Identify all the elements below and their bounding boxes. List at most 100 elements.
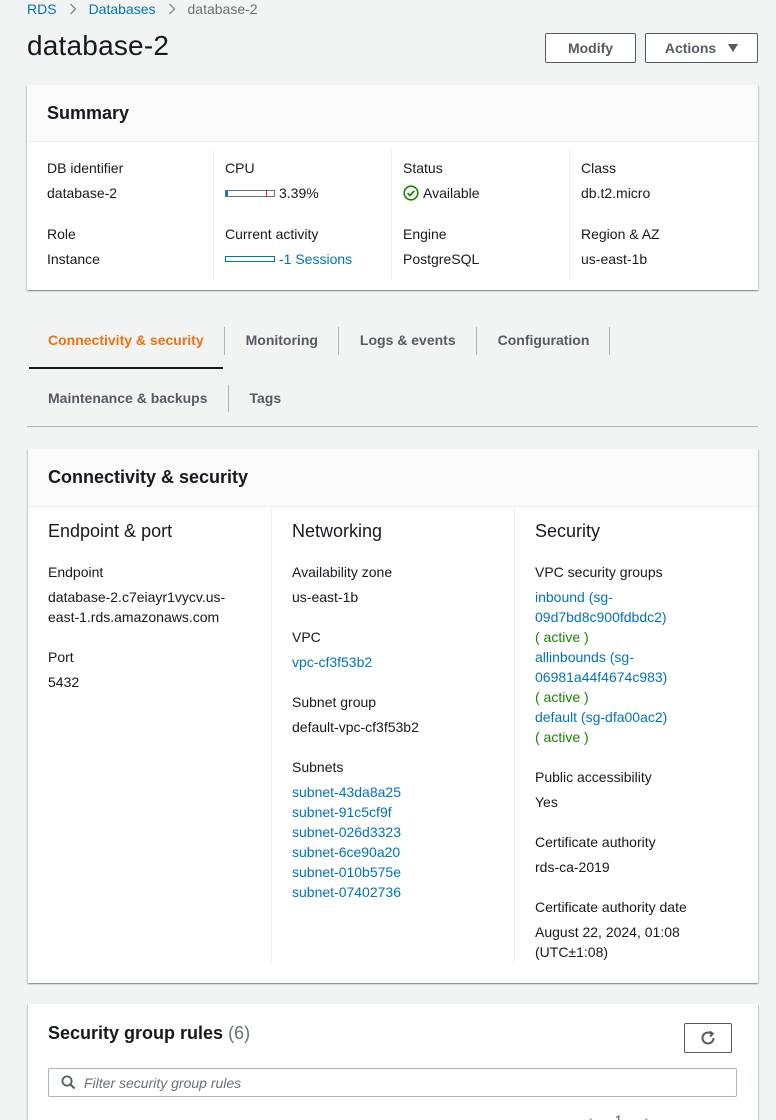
summary-col-cpu: CPU 3.39% Current activity -1 Sessions: [213, 150, 391, 280]
certificate-date-field: Certificate authority date August 22, 20…: [535, 897, 748, 962]
subnet-group-value: default-vpc-cf3f53b2: [292, 719, 419, 735]
summary-col-identity: DB identifier database-2 Role Instance: [47, 150, 213, 280]
endpoint-field: Endpoint database-2.c7eiayr1vycv.us- eas…: [48, 562, 261, 627]
endpoint-value-line1: database-2.c7eiayr1vycv.us-: [48, 589, 226, 605]
sg-allinbounds-line1: allinbounds (sg-: [535, 649, 634, 665]
endpoint-port-section: Endpoint & port Endpoint database-2.c7ei…: [28, 507, 271, 963]
security-group-link[interactable]: default (sg-dfa00ac2): [535, 707, 748, 727]
breadcrumb-databases[interactable]: Databases: [89, 1, 156, 17]
subnet-link[interactable]: subnet-6ce90a20: [292, 844, 400, 860]
sessions-link[interactable]: -1 Sessions: [279, 251, 352, 267]
modify-button[interactable]: Modify: [545, 33, 636, 63]
certificate-date-line1: August 22, 2024, 01:08: [535, 924, 680, 940]
breadcrumb-rds[interactable]: RDS: [27, 1, 57, 17]
port-field: Port 5432: [48, 647, 261, 692]
cpu-meter: [225, 189, 275, 197]
sg-inbound-line1: inbound (sg-: [535, 589, 613, 605]
endpoint-value-line2: east-1.rds.amazonaws.com: [48, 609, 220, 625]
tab-configuration[interactable]: Configuration: [477, 311, 611, 369]
vpc-security-groups-field: VPC security groups inbound (sg- 09d7bd8…: [535, 562, 748, 747]
pagination: ‹ 1 ›: [588, 1112, 649, 1120]
activity-value: -1 Sessions: [225, 251, 352, 267]
chevron-right-icon: [168, 2, 176, 15]
class-label: Class: [581, 160, 617, 176]
pagination-next-icon[interactable]: ›: [644, 1112, 649, 1120]
connectivity-title: Connectivity & security: [28, 449, 758, 507]
sg-inbound-line2: 09d7bd8c900fdbdc2): [535, 609, 667, 625]
activity-meter: [225, 256, 275, 262]
role-label: Role: [47, 226, 76, 242]
refresh-button[interactable]: [684, 1023, 732, 1053]
status-label: Status: [403, 160, 443, 176]
connectivity-panel: Connectivity & security Endpoint & port …: [28, 449, 758, 983]
cpu-meter-fill: [226, 190, 228, 196]
subnet-group-label: Subnet group: [292, 694, 377, 710]
status-text: Available: [423, 185, 480, 201]
sg-default-line1: default (sg-dfa00ac2): [535, 709, 668, 725]
certificate-authority-field: Certificate authority rds-ca-2019: [535, 832, 748, 877]
az-field: Availability zone us-east-1b: [292, 562, 504, 607]
cpu-percent: 3.39%: [279, 185, 319, 201]
tab-monitoring[interactable]: Monitoring: [225, 311, 340, 369]
az-value: us-east-1b: [292, 589, 359, 605]
subnets-list: subnet-43da8a25 subnet-91c5cf9f subnet-0…: [292, 782, 504, 902]
tab-list-row-1: Connectivity & security Monitoring Logs …: [27, 311, 758, 369]
refresh-icon: [699, 1029, 717, 1047]
cpu-value: 3.39%: [225, 185, 319, 201]
activity-label: Current activity: [225, 226, 319, 242]
summary-col-class: Class db.t2.micro Region & AZ us-east-1b: [569, 150, 749, 280]
endpoint-label: Endpoint: [48, 564, 104, 580]
actions-button[interactable]: Actions: [645, 33, 758, 63]
vpc-link[interactable]: vpc-cf3f53b2: [292, 654, 372, 670]
sg-status-active: ( active ): [535, 729, 589, 745]
pagination-prev-icon[interactable]: ‹: [588, 1112, 593, 1120]
tab-tags[interactable]: Tags: [229, 369, 303, 426]
security-group-rules-title: Security group rules (6): [48, 1023, 250, 1044]
endpoint-value: database-2.c7eiayr1vycv.us- east-1.rds.a…: [48, 587, 261, 627]
public-accessibility-label: Public accessibility: [535, 769, 652, 785]
sg-status-active: ( active ): [535, 689, 589, 705]
security-section: Security VPC security groups inbound (sg…: [514, 507, 758, 963]
public-accessibility-field: Public accessibility Yes: [535, 767, 748, 812]
vpc-field: VPC vpc-cf3f53b2: [292, 627, 504, 672]
subnet-link[interactable]: subnet-07402736: [292, 884, 401, 900]
tab-maintenance-backups[interactable]: Maintenance & backups: [27, 369, 229, 426]
networking-heading: Networking: [292, 521, 383, 541]
breadcrumb-current: database-2: [187, 0, 258, 17]
subnet-link[interactable]: subnet-026d3323: [292, 824, 401, 840]
security-group-rules-panel: Security group rules (6) Filter security…: [28, 1004, 758, 1120]
security-group-link[interactable]: allinbounds (sg- 06981a44f4674c983): [535, 647, 748, 687]
summary-panel: Summary DB identifier database-2 Role In…: [27, 85, 758, 290]
security-group-rules-heading: Security group rules: [48, 1023, 224, 1043]
subnets-field: Subnets subnet-43da8a25 subnet-91c5cf9f …: [292, 757, 504, 902]
pagination-page[interactable]: 1: [615, 1112, 623, 1120]
region-value: us-east-1b: [581, 251, 648, 267]
subnet-link[interactable]: subnet-91c5cf9f: [292, 804, 392, 820]
networking-section: Networking Availability zone us-east-1b …: [271, 507, 514, 963]
security-group-link[interactable]: inbound (sg- 09d7bd8c900fdbdc2): [535, 587, 748, 627]
filter-placeholder: Filter security group rules: [84, 1074, 242, 1091]
cpu-meter-threshold: [266, 189, 267, 197]
certificate-date-value: August 22, 2024, 01:08 (UTC±1:08): [535, 922, 748, 962]
certificate-date-line2: (UTC±1:08): [535, 944, 609, 960]
status-value: Available: [403, 185, 480, 201]
breadcrumb: RDS Databases database-2: [27, 0, 258, 17]
region-label: Region & AZ: [581, 226, 660, 242]
engine-value: PostgreSQL: [403, 251, 480, 267]
port-label: Port: [48, 649, 74, 665]
security-group-rules-count: (6): [228, 1023, 251, 1043]
tab-logs-events[interactable]: Logs & events: [339, 311, 477, 369]
subnet-link[interactable]: subnet-010b575e: [292, 864, 401, 880]
chevron-right-icon: [69, 2, 77, 15]
port-value: 5432: [48, 674, 80, 690]
tab-list-row-2: Maintenance & backups Tags: [27, 369, 758, 427]
certificate-date-label: Certificate authority date: [535, 899, 687, 915]
certificate-authority-label: Certificate authority: [535, 834, 656, 850]
filter-security-group-rules-input[interactable]: Filter security group rules: [48, 1068, 737, 1097]
sg-status-active: ( active ): [535, 629, 589, 645]
az-label: Availability zone: [292, 564, 393, 580]
subnet-link[interactable]: subnet-43da8a25: [292, 784, 401, 800]
check-circle-icon: [403, 185, 419, 201]
tab-connectivity-security[interactable]: Connectivity & security: [27, 311, 225, 369]
vpc-security-groups-label: VPC security groups: [535, 564, 663, 580]
